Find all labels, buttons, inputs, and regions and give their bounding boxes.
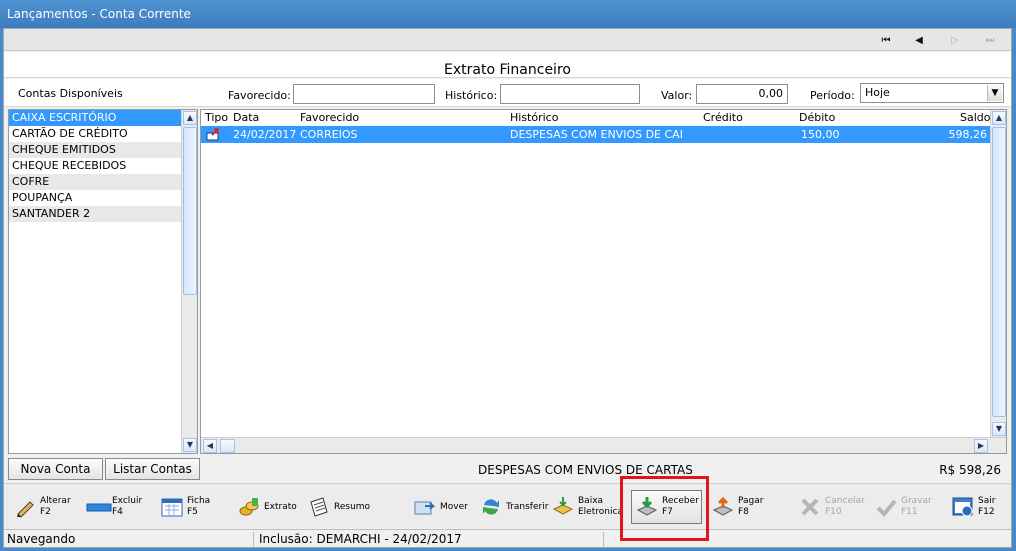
action-toolbar: Alterar F2 Excluir F4 Ficha F5 Extrato Resu… [4, 483, 1011, 528]
historico-input[interactable] [500, 84, 640, 104]
col-favorecido[interactable]: Favorecido [300, 111, 359, 124]
account-item[interactable]: COFRE [9, 174, 183, 190]
accounts-list: CAIXA ESCRITÓRIO CARTÃO DE CRÉDITO CHEQU… [8, 109, 198, 454]
account-item[interactable]: CHEQUE EMITIDOS [9, 142, 183, 158]
receber-highlight-box [620, 476, 709, 541]
account-item[interactable]: CAIXA ESCRITÓRIO [9, 110, 183, 126]
col-saldo[interactable]: Saldo [960, 111, 991, 124]
account-item[interactable]: POUPANÇA [9, 190, 183, 206]
mover-button[interactable]: Mover [414, 490, 468, 524]
periodo-value: Hoje [865, 86, 890, 99]
status-mode: Navegando [4, 532, 254, 547]
scroll-down-icon[interactable]: ▼ [183, 438, 197, 452]
window-title: Lançamentos - Conta Corrente [7, 7, 191, 21]
valor-input[interactable]: 0,00 [696, 84, 788, 104]
account-item[interactable]: CARTÃO DE CRÉDITO [9, 126, 183, 142]
col-debito[interactable]: Débito [799, 111, 835, 124]
cell-saldo: 598,26 [948, 128, 988, 141]
excluir-button[interactable]: Excluir F4 [86, 490, 142, 524]
first-record-button[interactable]: ⏮ [876, 32, 896, 48]
exit-icon [952, 496, 974, 518]
favorecido-input[interactable] [293, 84, 435, 104]
title-bar: Lançamentos - Conta Corrente [0, 0, 1016, 28]
close-icon [799, 496, 821, 518]
cancelar-button[interactable]: Cancelar F10 [799, 490, 865, 524]
periodo-select[interactable]: Hoje ▼ [860, 83, 1004, 103]
move-folder-icon [414, 496, 436, 518]
pagar-button[interactable]: Pagar F8 [712, 490, 763, 524]
download-box-icon [552, 496, 574, 518]
cell-favorecido: CORREIOS [300, 128, 358, 141]
grid-vscrollbar[interactable]: ▲ ▼ [990, 110, 1006, 437]
scroll-right-icon[interactable]: ▶ [974, 439, 988, 453]
transferir-button[interactable]: Transferir [480, 490, 548, 524]
pay-icon [712, 496, 734, 518]
table-row[interactable]: 24/02/2017 CORREIOS DESPESAS COM ENVIOS … [201, 126, 991, 143]
coins-icon [238, 496, 260, 518]
report-icon [308, 496, 330, 518]
calendar-icon [161, 496, 183, 518]
last-record-button[interactable]: ⏭ [980, 32, 1000, 48]
minus-icon [86, 496, 112, 518]
sair-button[interactable]: Sair F12 [952, 490, 995, 524]
account-total: R$ 598,26 [939, 463, 1001, 477]
status-info: Inclusão: DEMARCHI - 24/02/2017 [256, 532, 604, 547]
listar-contas-button[interactable]: Listar Contas [105, 458, 200, 480]
cell-historico: DESPESAS COM ENVIOS DE CAI [510, 128, 683, 141]
resumo-button[interactable]: Resumo [308, 490, 370, 524]
contas-disponiveis-label: Contas Disponíveis [18, 87, 123, 100]
status-bar: Navegando Inclusão: DEMARCHI - 24/02/201… [4, 529, 1011, 547]
header-band: Extrato Financeiro [4, 52, 1011, 78]
alterar-button[interactable]: Alterar F2 [14, 490, 71, 524]
accounts-scrollbar[interactable]: ▲ ▼ [181, 110, 197, 453]
scroll-thumb[interactable] [992, 127, 1006, 417]
col-data[interactable]: Data [233, 111, 259, 124]
page-title: Extrato Financeiro [444, 62, 571, 78]
scroll-up-icon[interactable]: ▲ [183, 111, 197, 125]
gravar-button[interactable]: Gravar F11 [875, 490, 932, 524]
extrato-button[interactable]: Extrato [238, 490, 297, 524]
expense-type-icon [206, 127, 220, 144]
baixa-eletronica-button[interactable]: Baixa Eletronica [552, 490, 623, 524]
filter-bar: Contas Disponíveis Favorecido: Histórico… [4, 79, 1011, 107]
ficha-button[interactable]: Ficha F5 [161, 490, 210, 524]
account-item[interactable]: CHEQUE RECEBIDOS [9, 158, 183, 174]
selected-description: DESPESAS COM ENVIOS DE CARTAS [478, 463, 693, 477]
col-tipo[interactable]: Tipo [205, 111, 228, 124]
pencil-icon [14, 496, 36, 518]
grid-hscrollbar[interactable]: ◀ ▶ [201, 437, 1006, 453]
col-credito[interactable]: Crédito [703, 111, 743, 124]
scroll-thumb[interactable] [183, 127, 197, 295]
ledger-grid: Tipo Data Favorecido Histórico Crédito D… [200, 109, 1007, 454]
next-record-button[interactable]: ▷ [945, 32, 965, 48]
account-item[interactable]: SANTANDER 2 [9, 206, 183, 222]
scroll-left-icon[interactable]: ◀ [203, 439, 217, 453]
col-historico[interactable]: Histórico [510, 111, 558, 124]
previous-record-button[interactable]: ◀ [909, 32, 929, 48]
cell-data: 24/02/2017 [233, 128, 297, 141]
client-area: ⏮ ◀ ▷ ⏭ Extrato Financeiro Contas Dispon… [3, 28, 1012, 548]
scroll-thumb[interactable] [220, 439, 235, 453]
scroll-up-icon[interactable]: ▲ [992, 111, 1006, 125]
record-navigator: ⏮ ◀ ▷ ⏭ [4, 29, 1011, 51]
historico-label: Histórico: [445, 89, 498, 102]
nova-conta-button[interactable]: Nova Conta [8, 458, 103, 480]
cell-debito: 150,00 [801, 128, 840, 141]
check-icon [875, 496, 897, 518]
favorecido-label: Favorecido: [228, 89, 291, 102]
transfer-icon [480, 496, 502, 518]
periodo-label: Período: [810, 89, 855, 102]
valor-label: Valor: [661, 89, 693, 102]
scroll-down-icon[interactable]: ▼ [992, 422, 1006, 436]
chevron-down-icon[interactable]: ▼ [987, 85, 1002, 101]
app-window: Lançamentos - Conta Corrente ⏮ ◀ ▷ ⏭ Ext… [0, 0, 1016, 551]
